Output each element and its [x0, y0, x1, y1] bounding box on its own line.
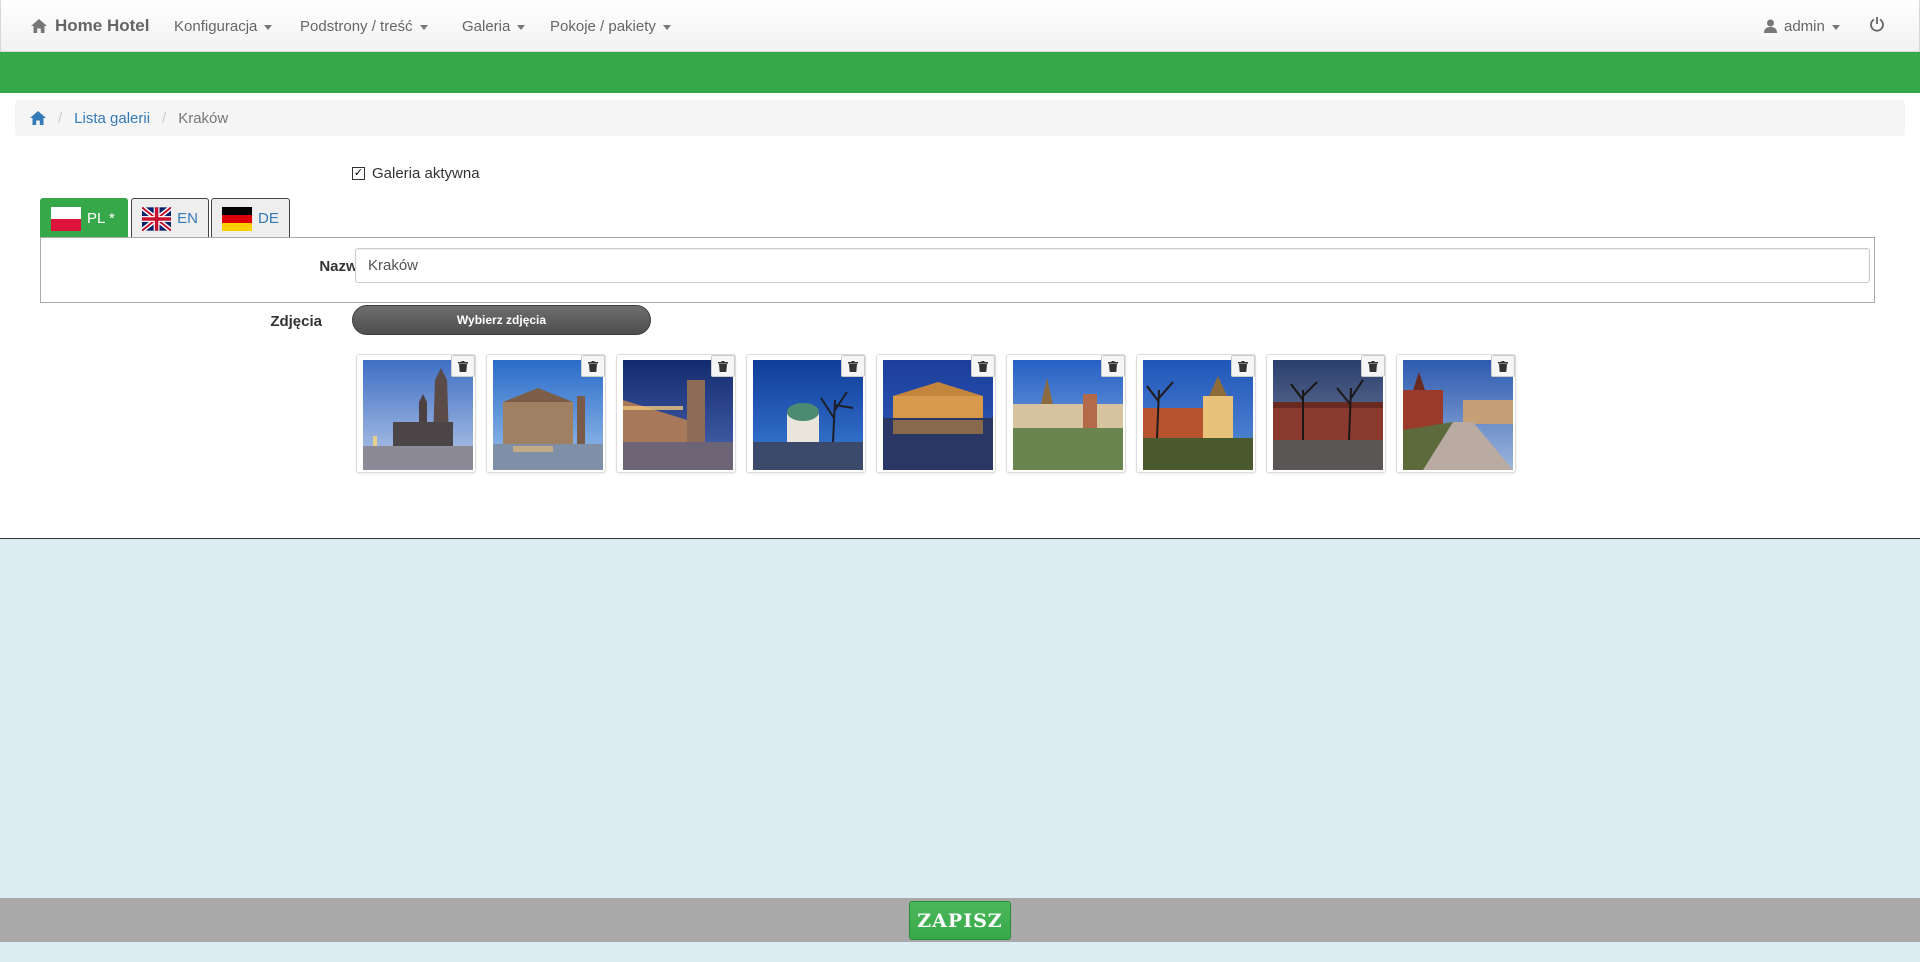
tab-label: EN	[177, 210, 198, 227]
trash-icon	[718, 360, 728, 372]
menu-label: Konfiguracja	[174, 17, 258, 35]
user-name: admin	[1784, 17, 1825, 35]
gallery-active-row: ✓ Galeria aktywna	[352, 163, 480, 183]
name-label: Nazwa	[319, 258, 366, 275]
tab-panel-pl: Nazwa	[40, 237, 1875, 303]
trash-icon	[1238, 360, 1248, 372]
trash-icon	[848, 360, 858, 372]
delete-photo-button[interactable]	[1101, 355, 1125, 377]
delete-photo-button[interactable]	[841, 355, 865, 377]
tab-de[interactable]: DE	[211, 198, 290, 238]
breadcrumb-link-gallery-list[interactable]: Lista galerii	[74, 110, 150, 127]
caret-down-icon	[662, 24, 671, 30]
user-menu[interactable]: admin	[1764, 0, 1840, 52]
breadcrumb-separator: /	[58, 109, 63, 127]
gallery-active-checkbox[interactable]: ✓	[352, 166, 365, 180]
breadcrumb-separator: /	[162, 109, 167, 127]
delete-photo-button[interactable]	[1361, 355, 1385, 377]
caret-down-icon	[1831, 24, 1840, 30]
menu-label: Galeria	[462, 17, 511, 35]
user-icon	[1764, 19, 1777, 33]
poland-flag-icon	[51, 206, 81, 231]
photo-thumbnail[interactable]	[1006, 354, 1126, 473]
caret-down-icon	[419, 24, 428, 30]
caret-down-icon	[517, 24, 526, 30]
tab-pl[interactable]: PL *	[40, 198, 128, 238]
trash-icon	[1368, 360, 1378, 372]
menu-galeria[interactable]: Galeria	[462, 0, 526, 52]
photo-thumbnail[interactable]	[876, 354, 996, 473]
breadcrumb-current: Kraków	[178, 109, 229, 127]
power-icon[interactable]	[1869, 16, 1885, 32]
choose-photos-button[interactable]: Wybierz zdjęcia	[352, 305, 651, 335]
tab-label: PL *	[87, 210, 115, 227]
menu-podstrony[interactable]: Podstrony / treść	[300, 0, 428, 52]
delete-photo-button[interactable]	[1491, 355, 1515, 377]
trash-icon	[588, 360, 598, 372]
delete-photo-button[interactable]	[1231, 355, 1255, 377]
brand-link[interactable]: Home Hotel	[31, 0, 149, 52]
photo-thumbnail[interactable]	[1136, 354, 1256, 473]
menu-label: Podstrony / treść	[300, 17, 413, 35]
delete-photo-button[interactable]	[581, 355, 605, 377]
delete-photo-button[interactable]	[971, 355, 995, 377]
home-icon	[31, 19, 47, 33]
uk-flag-icon	[142, 206, 172, 231]
save-button[interactable]: ZAPISZ	[909, 901, 1011, 940]
photo-thumbnail[interactable]	[746, 354, 866, 473]
photo-thumbnail[interactable]	[1266, 354, 1386, 473]
caret-down-icon	[264, 24, 273, 30]
germany-flag-icon	[222, 206, 252, 231]
photo-thumbnail[interactable]	[356, 354, 476, 473]
menu-konfiguracja[interactable]: Konfiguracja	[174, 0, 273, 52]
menu-label: Pokoje / pakiety	[550, 17, 656, 35]
name-input[interactable]	[355, 248, 1870, 283]
gallery-active-label: Galeria aktywna	[372, 164, 480, 182]
menu-pokoje[interactable]: Pokoje / pakiety	[550, 0, 671, 52]
brand-label: Home Hotel	[55, 16, 150, 35]
home-icon[interactable]	[30, 111, 46, 125]
photo-thumbnail[interactable]	[616, 354, 736, 473]
photos-label: Zdjęcia	[270, 313, 322, 330]
trash-icon	[1108, 360, 1118, 372]
trash-icon	[458, 360, 468, 372]
photo-thumbnail[interactable]	[486, 354, 606, 473]
tab-en[interactable]: EN	[131, 198, 209, 238]
top-navbar: Home Hotel Konfiguracja Podstrony / treś…	[0, 0, 1920, 52]
trash-icon	[978, 360, 988, 372]
trash-icon	[1498, 360, 1508, 372]
photo-thumbnail[interactable]	[1396, 354, 1516, 473]
tab-label: DE	[258, 210, 279, 227]
delete-photo-button[interactable]	[711, 355, 735, 377]
breadcrumb: / Lista galerii / Kraków	[15, 100, 1905, 136]
green-header-bar	[0, 52, 1920, 93]
delete-photo-button[interactable]	[451, 355, 475, 377]
